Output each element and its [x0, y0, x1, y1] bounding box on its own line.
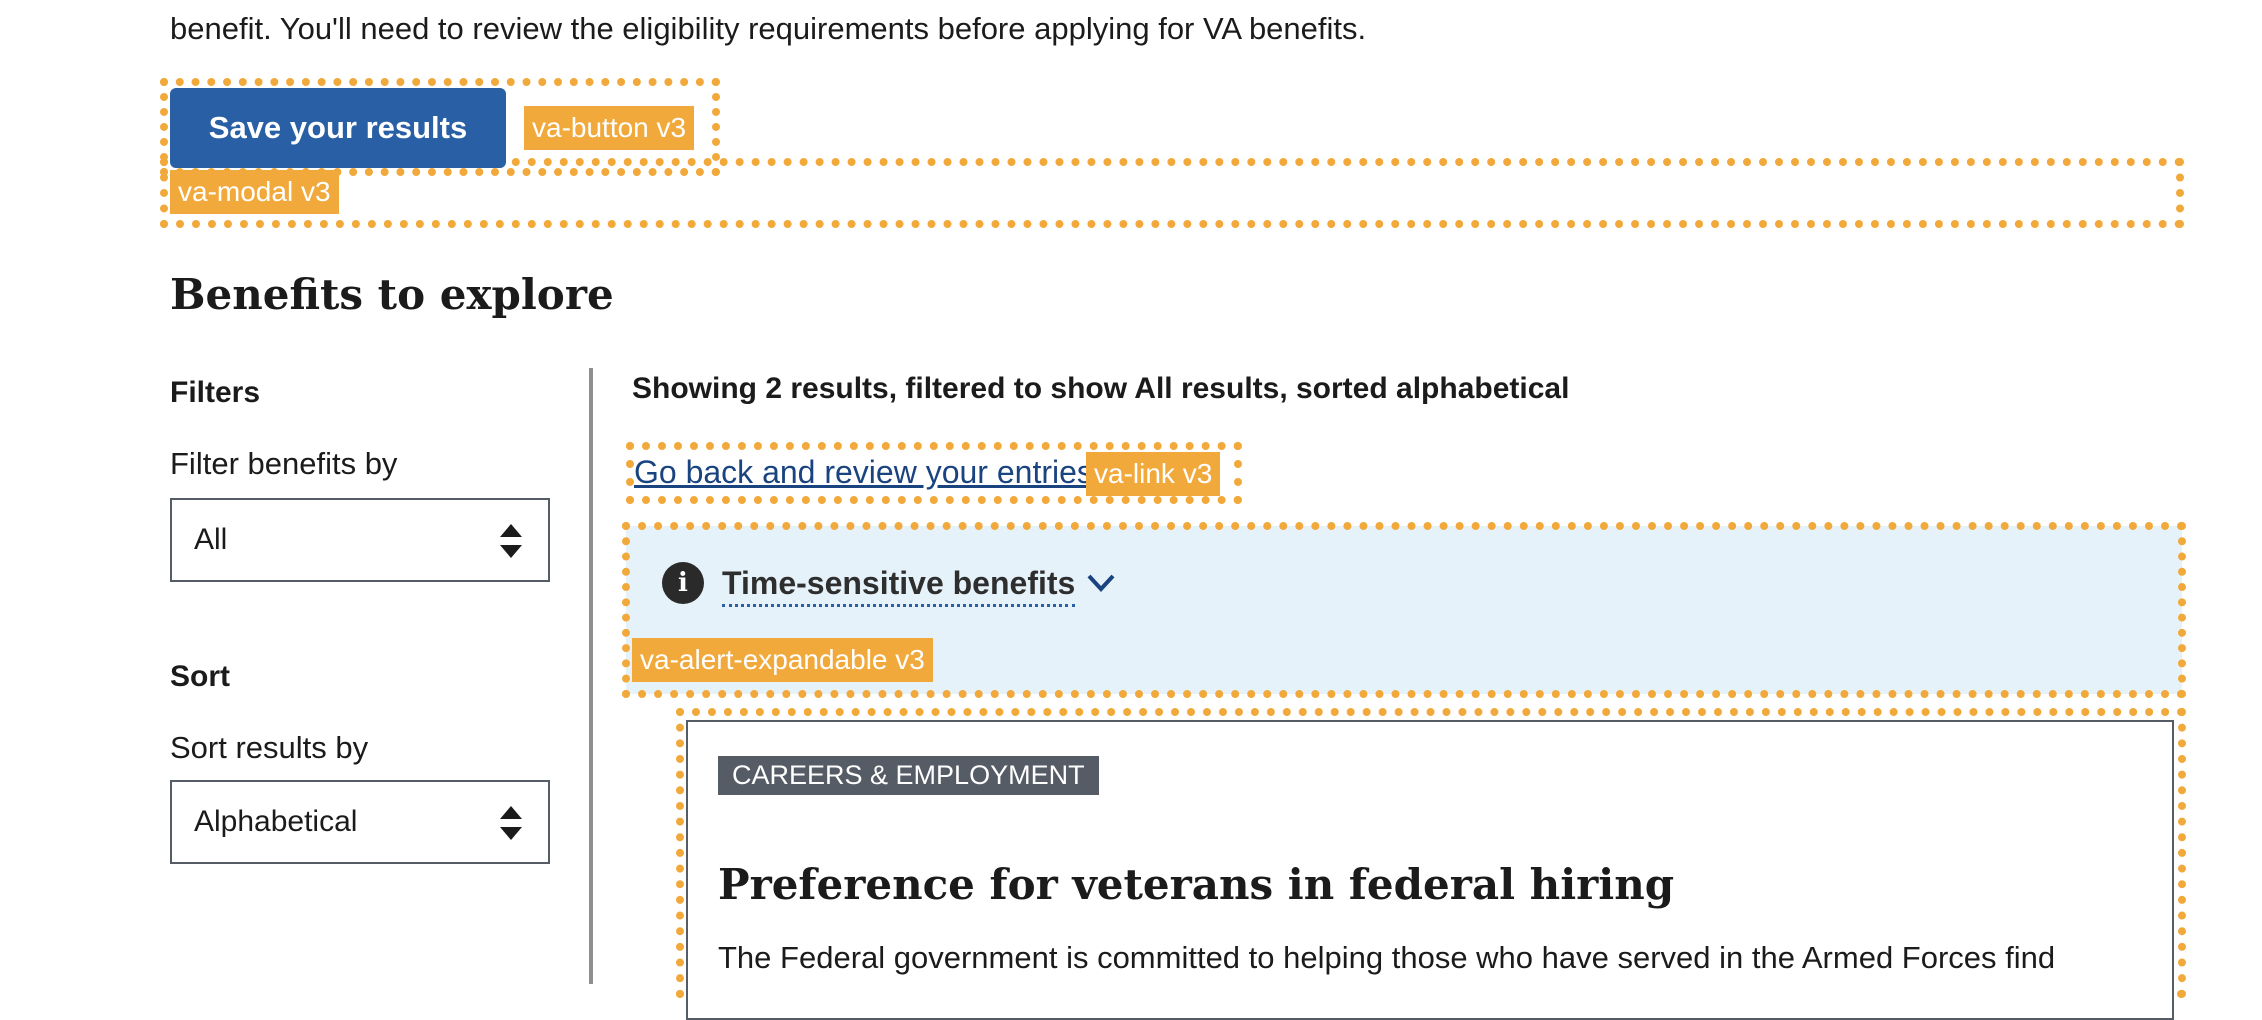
alert-expand-trigger[interactable]: Time-sensitive benefits: [722, 562, 1076, 607]
sort-label: Sort results by: [170, 730, 369, 765]
sort-select-value: Alphabetical: [194, 805, 358, 838]
sort-heading: Sort: [170, 660, 230, 693]
button-component-tag: va-button v3: [524, 106, 695, 150]
alert-component-tag: va-alert-expandable v3: [632, 638, 933, 682]
benefit-description: The Federal government is committed to h…: [718, 940, 2056, 975]
filter-label: Filter benefits by: [170, 446, 398, 481]
chevron-down-icon[interactable]: [1086, 572, 1116, 594]
category-badge: CAREERS & EMPLOYMENT: [718, 756, 1099, 795]
section-title: Benefits to explore: [170, 270, 614, 319]
modal-component-tag: va-modal v3: [170, 170, 339, 214]
save-results-button[interactable]: Save your results: [170, 88, 506, 168]
results-summary: Showing 2 results, filtered to show All …: [632, 372, 1570, 405]
sidebar-divider: [589, 368, 593, 984]
select-arrows-icon: [500, 524, 522, 558]
intro-text: benefit. You'll need to review the eligi…: [170, 11, 1367, 46]
info-icon: i: [662, 562, 704, 604]
filter-select[interactable]: All: [170, 498, 550, 582]
select-arrows-icon: [500, 806, 522, 840]
sort-select[interactable]: Alphabetical: [170, 780, 550, 864]
benefit-title: Preference for veterans in federal hirin…: [718, 860, 1675, 909]
filter-select-value: All: [194, 523, 228, 556]
link-component-tag: va-link v3: [1086, 452, 1221, 496]
filters-heading: Filters: [170, 376, 261, 409]
review-entries-link[interactable]: Go back and review your entries: [634, 454, 1093, 491]
